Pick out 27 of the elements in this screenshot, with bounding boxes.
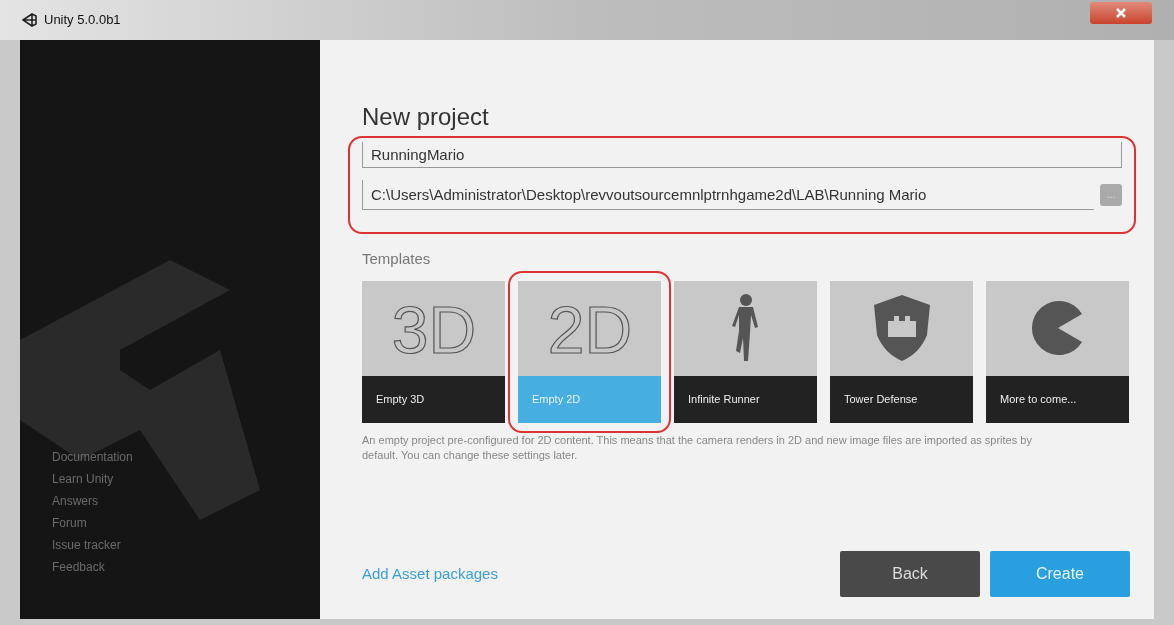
close-icon — [1115, 7, 1127, 19]
section-label: Templates — [362, 249, 432, 269]
unity-logo-icon — [22, 12, 38, 28]
sidebar-link[interactable]: Answers — [52, 493, 320, 509]
sidebar-link[interactable]: Forum — [52, 515, 320, 531]
project-name-field[interactable]: RunningMario — [362, 142, 1122, 168]
sidebar-link[interactable]: Issue tracker — [52, 537, 320, 553]
template-glyph: 3D — [391, 293, 476, 363]
close-button[interactable] — [1090, 2, 1152, 24]
location-field[interactable]: C:\Users\Administrator\Desktop\revvoutsourcemnlptrnhgame2d\LAB\Running Mario — [362, 180, 1094, 210]
template-tile[interactable]: 3D Empty 3D — [362, 280, 505, 423]
back-button[interactable]: Back — [840, 551, 980, 597]
template-description: An empty project pre-configured for 2D content. This means that the camera renders in 2D and new image files are imported as sprites by default. You can change these settings later. — [362, 432, 1033, 463]
template-tile[interactable]: Infinite Runner — [674, 280, 817, 423]
page-heading: New project — [362, 102, 490, 132]
template-tile[interactable]: 2D Empty 2D — [518, 280, 661, 423]
browse-button[interactable]: ... — [1100, 184, 1122, 206]
template-tile[interactable]: More to come... — [986, 280, 1129, 423]
window-title: Unity 5.0.0b1 — [44, 11, 121, 30]
create-button[interactable]: Create — [990, 551, 1130, 597]
sidebar-link[interactable]: Learn Unity — [52, 471, 320, 487]
add-asset-packages-link[interactable]: Add Asset packages — [362, 562, 498, 586]
sidebar-link[interactable]: Documentation — [52, 449, 320, 465]
template-tile[interactable]: Tower Defense — [830, 280, 973, 423]
shield-icon — [871, 293, 932, 363]
template-glyph: 2D — [547, 293, 632, 363]
sidebar-link[interactable]: Feedback — [52, 559, 320, 575]
